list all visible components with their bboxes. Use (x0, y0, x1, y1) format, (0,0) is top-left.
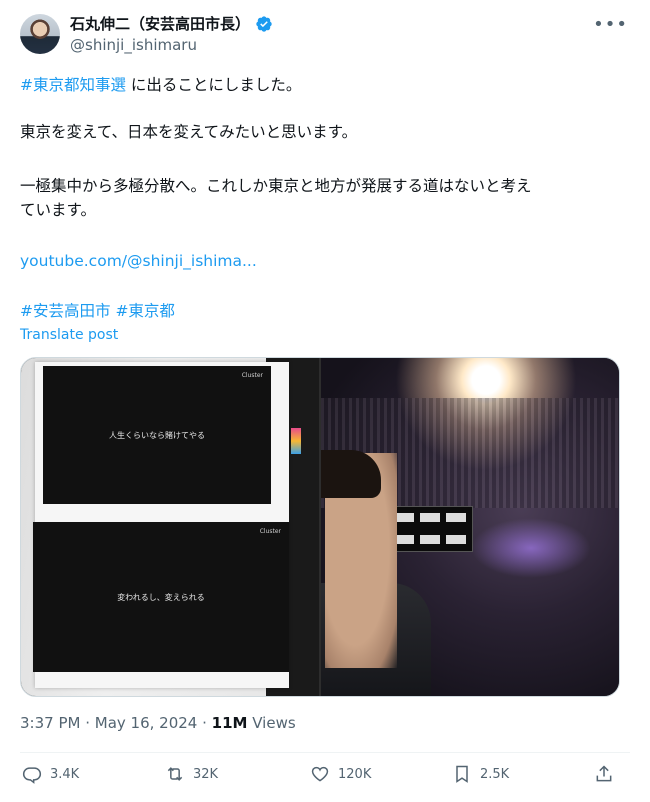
like-count: 120K (338, 766, 372, 782)
author-name-row[interactable]: 石丸伸二（安芸高田市長） (70, 13, 273, 34)
stage-light (471, 518, 591, 578)
heart-icon (311, 766, 329, 782)
display-name[interactable]: 石丸伸二（安芸高田市長） (70, 13, 250, 34)
like-button[interactable]: 120K (310, 764, 371, 784)
verified-badge-icon (256, 15, 272, 32)
colorful-tab (291, 428, 301, 454)
hashtag-tokyo-election[interactable]: #東京都知事選 (20, 76, 126, 94)
reply-icon (22, 767, 42, 784)
slide-top-logo: Cluster (241, 372, 263, 379)
views-label: Views (252, 714, 296, 732)
hashtags-line: #安芸高田市 #東京都 (20, 300, 630, 323)
hashtag-akitakata[interactable]: #安芸高田市 (20, 302, 111, 320)
reply-count: 3.4K (50, 766, 80, 782)
post-line-3b: ています。 (20, 201, 96, 219)
photo-printed-slides[interactable]: 人生くらいなら賭けてやる Cluster 変われるし、変えられる Cluster (21, 358, 319, 696)
more-options-icon[interactable]: ••• (593, 14, 628, 35)
slide-top-text: 人生くらいなら賭けてやる (109, 430, 205, 440)
bookmark-icon (456, 765, 468, 783)
reply-button[interactable]: 3.4K (22, 764, 79, 784)
share-icon (596, 765, 612, 782)
share-button[interactable] (594, 764, 614, 784)
post-line-1: #東京都知事選 に出ることにしました。 (20, 74, 630, 97)
post-date[interactable]: May 16, 2024 (95, 714, 198, 732)
repost-icon (167, 767, 183, 781)
post-time[interactable]: 3:37 PM (20, 714, 80, 732)
media-grid: 人生くらいなら賭けてやる Cluster 変われるし、変えられる Cluster (20, 357, 620, 697)
avatar[interactable] (20, 14, 60, 54)
youtube-link-line: youtube.com/@shinji_ishima... (20, 250, 630, 273)
hashtag-tokyo[interactable]: #東京都 (115, 302, 175, 320)
post-header: 石丸伸二（安芸高田市長） @shinji_ishimaru ••• (0, 0, 650, 64)
bookmark-button[interactable]: 2.5K (452, 764, 509, 784)
post-line-1-rest: に出ることにしました。 (126, 76, 302, 94)
slide-top: 人生くらいなら賭けてやる Cluster (43, 366, 271, 504)
repost-button[interactable]: 32K (165, 764, 218, 784)
photo-stage-selfie[interactable] (321, 358, 619, 696)
slide-bottom-text: 変われるし、変えられる (117, 592, 205, 602)
bookmark-count: 2.5K (480, 766, 510, 782)
translate-post-link[interactable]: Translate post (20, 327, 118, 343)
stage-screen (389, 506, 473, 552)
divider (20, 752, 630, 753)
slide-bottom: 変われるし、変えられる Cluster (33, 522, 289, 672)
post-meta: 3:37 PM · May 16, 2024 · 11M Views (20, 714, 296, 732)
views-count: 11M (211, 714, 248, 732)
youtube-link[interactable]: youtube.com/@shinji_ishima... (20, 252, 257, 270)
repost-count: 32K (193, 766, 219, 782)
author-handle[interactable]: @shinji_ishimaru (70, 36, 197, 54)
action-bar: 3.4K 32K 120K 2.5K (0, 764, 650, 794)
post-line-3a: 一極集中から多極分散へ。これしか東京と地方が発展する道はないと考え (20, 177, 532, 195)
post-line-2: 東京を変えて、日本を変えてみたいと思います。 (20, 123, 358, 141)
slide-bottom-logo: Cluster (259, 528, 281, 535)
